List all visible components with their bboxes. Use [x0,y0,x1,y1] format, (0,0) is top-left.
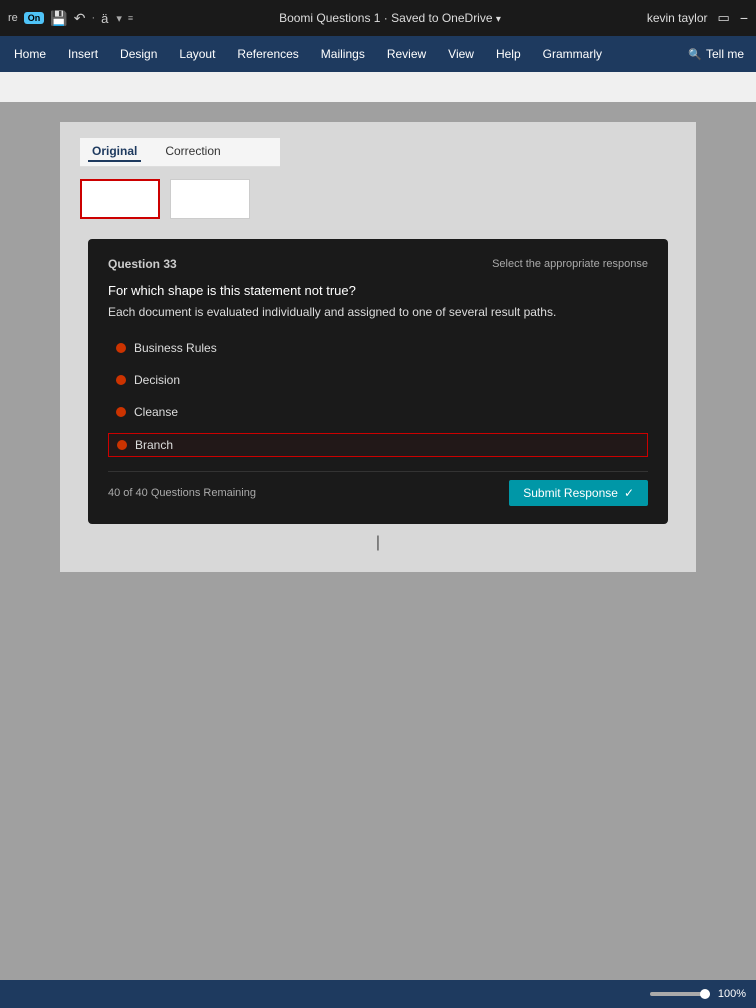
option-label-decision: Decision [134,373,180,387]
zoom-slider[interactable] [650,992,710,996]
track-tab-correction[interactable]: Correction [161,142,224,162]
undo-icon[interactable]: ↶ [74,10,86,27]
menu-references[interactable]: References [227,41,308,67]
option-decision[interactable]: Decision [108,369,648,391]
radio-dot-decision [116,375,126,385]
user-name: kevin taylor [647,11,708,25]
on-badge[interactable]: On [24,12,45,24]
re-label: re [8,12,18,24]
radio-dot-branch [117,440,127,450]
menu-design[interactable]: Design [110,41,167,67]
menu-grammarly[interactable]: Grammarly [533,41,612,67]
track-boxes [80,179,676,219]
ribbon-area [0,72,756,102]
radio-dot-cleanse [116,407,126,417]
select-prompt: Select the appropriate response [492,258,648,270]
question-number: Question 33 [108,257,177,271]
menu-review[interactable]: Review [377,41,436,67]
minimize-icon[interactable]: − [740,10,748,26]
quiz-footer: 40 of 40 Questions Remaining Submit Resp… [108,471,648,506]
save-dropdown-icon[interactable]: ▾ [496,14,501,25]
track-box-original [80,179,160,219]
format-symbol: ▾ [116,12,122,25]
menu-layout[interactable]: Layout [169,41,225,67]
option-business-rules[interactable]: Business Rules [108,337,648,359]
zoom-level: 100% [718,988,746,1000]
quiz-header: Question 33 Select the appropriate respo… [108,257,648,271]
search-icon: 🔍 [688,48,702,61]
menu-home[interactable]: Home [4,41,56,67]
profile-icon[interactable]: ▭ [718,10,730,26]
font-icon: ä [101,11,108,26]
tell-me-label: Tell me [706,47,744,61]
separator: · [91,12,95,24]
save-icon: 💾 [50,10,67,27]
menu-view[interactable]: View [438,41,484,67]
zoom-thumb [700,989,710,999]
menu-help[interactable]: Help [486,41,531,67]
option-label-branch: Branch [135,438,173,452]
track-changes-bar: Original Correction [80,138,280,167]
document-white-area: Original Correction Question 33 Select t… [60,122,696,572]
title-bar: re On 💾 ↶ · ä ▾ ≡ Boomi Questions 1 · Sa… [0,0,756,36]
option-label-cleanse: Cleanse [134,405,178,419]
tell-me-area[interactable]: 🔍 Tell me [680,43,752,65]
question-text: For which shape is this statement not tr… [108,283,648,298]
track-tab-original[interactable]: Original [88,142,141,162]
menu-bar: Home Insert Design Layout References Mai… [0,36,756,72]
menu-insert[interactable]: Insert [58,41,108,67]
document-area: Original Correction Question 33 Select t… [0,102,756,1008]
option-label-business-rules: Business Rules [134,341,217,355]
format-extra: ≡ [128,13,133,23]
radio-dot-business-rules [116,343,126,353]
title-bar-center: Boomi Questions 1 · Saved to OneDrive ▾ [279,11,501,25]
submit-response-button[interactable]: Submit Response ✓ [509,480,648,506]
title-bar-right: kevin taylor ▭ − [647,10,748,26]
status-bar: 100% [0,980,756,1008]
question-subtext: Each document is evaluated individually … [108,304,648,321]
doc-title: Boomi Questions 1 [279,11,380,25]
title-bar-left: re On 💾 ↶ · ä ▾ ≡ [8,10,133,27]
option-branch[interactable]: Branch [108,433,648,457]
status-right: 100% [650,988,746,1000]
questions-remaining: 40 of 40 Questions Remaining [108,487,256,499]
quiz-container: Question 33 Select the appropriate respo… [88,239,668,524]
cursor-indicator: | [80,534,676,552]
submit-check-icon: ✓ [624,486,634,500]
save-status: Saved to OneDrive [391,11,492,25]
submit-label: Submit Response [523,486,618,500]
option-cleanse[interactable]: Cleanse [108,401,648,423]
track-box-correction [170,179,250,219]
menu-mailings[interactable]: Mailings [311,41,375,67]
